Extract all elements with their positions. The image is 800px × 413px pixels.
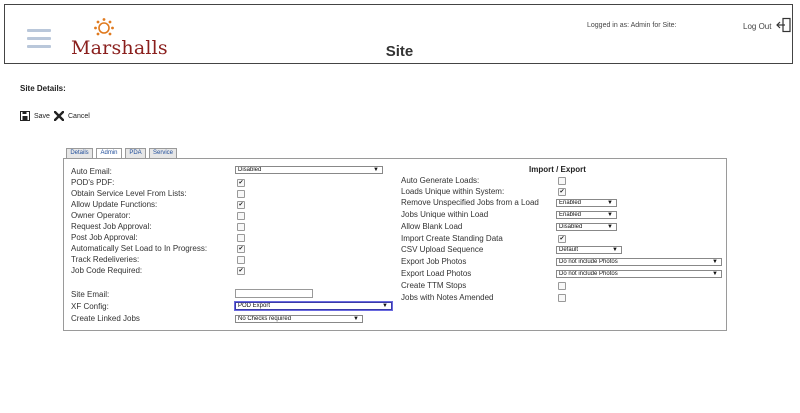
save-button[interactable]: Save <box>20 111 50 121</box>
jobs-notes-amended-checkbox[interactable] <box>558 294 566 302</box>
create-ttm-stops-label: Create TTM Stops <box>401 281 467 290</box>
remove-unspecified-label: Remove Unspecified Jobs from a Load <box>401 198 539 207</box>
allow-update-label: Allow Update Functions: <box>71 200 158 209</box>
export-load-photos-select[interactable]: Do not include Photos ▼ <box>556 270 722 278</box>
xf-config-select[interactable]: POD Export ▼ <box>235 302 392 310</box>
import-standing-label: Import Create Standing Data <box>401 234 503 243</box>
chevron-down-icon: ▼ <box>382 303 388 309</box>
track-redeliveries-label: Track Redeliveries: <box>71 255 140 264</box>
auto-set-load-checkbox[interactable]: ✔ <box>237 245 245 253</box>
xf-config-value: POD Export <box>238 303 271 309</box>
export-job-photos-select[interactable]: Do not include Photos ▼ <box>556 258 722 266</box>
create-ttm-stops-checkbox[interactable] <box>558 282 566 290</box>
allow-update-checkbox[interactable]: ✔ <box>237 201 245 209</box>
auto-generate-loads-label: Auto Generate Loads: <box>401 176 480 185</box>
track-redeliveries-checkbox[interactable] <box>237 256 245 264</box>
jobs-unique-select[interactable]: Enabled ▼ <box>556 211 617 219</box>
logout-door-icon[interactable] <box>776 17 792 33</box>
remove-unspecified-value: Enabled <box>559 200 582 206</box>
jobs-unique-label: Jobs Unique within Load <box>401 210 489 219</box>
create-linked-jobs-label: Create Linked Jobs <box>71 314 140 323</box>
pods-pdf-checkbox[interactable]: ✔ <box>237 179 245 187</box>
chevron-down-icon: ▼ <box>373 167 379 173</box>
remove-unspecified-select[interactable]: Enabled ▼ <box>556 199 617 207</box>
post-job-checkbox[interactable] <box>237 234 245 242</box>
tab-details[interactable]: Details <box>66 148 93 158</box>
chevron-down-icon: ▼ <box>607 212 613 218</box>
section-heading: Site Details: <box>20 84 66 93</box>
export-load-photos-label: Export Load Photos <box>401 269 472 278</box>
owner-operator-label: Owner Operator: <box>71 211 131 220</box>
site-email-field[interactable] <box>235 289 313 298</box>
logged-in-text: Logged in as: Admin for Site: <box>587 22 677 29</box>
allow-blank-load-label: Allow Blank Load <box>401 222 463 231</box>
allow-blank-load-select[interactable]: Disabled ▼ <box>556 223 617 231</box>
chevron-down-icon: ▼ <box>607 200 613 206</box>
cancel-x-icon <box>54 111 64 121</box>
jobs-notes-amended-label: Jobs with Notes Amended <box>401 293 494 302</box>
import-standing-checkbox[interactable]: ✔ <box>558 235 566 243</box>
cancel-button[interactable]: Cancel <box>54 111 90 121</box>
chevron-down-icon: ▼ <box>353 316 359 322</box>
pods-pdf-label: POD's PDF: <box>71 178 115 187</box>
create-linked-jobs-value: No Checks required <box>238 316 292 322</box>
export-job-photos-value: Do not include Photos <box>559 259 618 265</box>
chevron-down-icon: ▼ <box>607 224 613 230</box>
auto-email-select[interactable]: Disabled ▼ <box>235 166 383 174</box>
job-code-required-label: Job Code Required: <box>71 266 143 275</box>
allow-blank-load-value: Disabled <box>559 224 583 230</box>
csv-upload-value: Default <box>559 247 579 253</box>
site-email-label: Site Email: <box>71 290 110 299</box>
auto-email-value: Disabled <box>238 167 262 173</box>
cancel-label: Cancel <box>68 112 90 120</box>
jobs-unique-value: Enabled <box>559 212 582 218</box>
chevron-down-icon: ▼ <box>612 247 618 253</box>
create-linked-jobs-select[interactable]: No Checks required ▼ <box>235 315 363 323</box>
export-load-photos-value: Do not include Photos <box>559 271 618 277</box>
logout-link[interactable]: Log Out <box>743 22 771 31</box>
tab-service[interactable]: Service <box>149 148 177 158</box>
obtain-service-checkbox[interactable] <box>237 190 245 198</box>
post-job-label: Post Job Approval: <box>71 233 138 242</box>
auto-email-label: Auto Email: <box>71 167 112 176</box>
export-job-photos-label: Export Job Photos <box>401 257 467 266</box>
app-header: Marshalls Logged in as: Admin for Site: … <box>4 4 793 64</box>
xf-config-label: XF Config: <box>71 302 109 311</box>
save-label: Save <box>34 112 50 120</box>
loads-unique-label: Loads Unique within System: <box>401 187 505 196</box>
save-icon <box>20 111 30 121</box>
obtain-service-label: Obtain Service Level From Lists: <box>71 189 187 198</box>
chevron-down-icon: ▼ <box>712 259 718 265</box>
auto-generate-loads-checkbox[interactable] <box>558 177 566 185</box>
request-job-checkbox[interactable] <box>237 223 245 231</box>
auto-set-load-label: Automatically Set Load to In Progress: <box>71 244 208 253</box>
chevron-down-icon: ▼ <box>712 271 718 277</box>
tab-pda[interactable]: PDA <box>125 148 146 158</box>
marshalls-sun-logo-icon <box>94 18 114 36</box>
loads-unique-checkbox[interactable]: ✔ <box>558 188 566 196</box>
job-code-required-checkbox[interactable]: ✔ <box>237 267 245 275</box>
csv-upload-select[interactable]: Default ▼ <box>556 246 622 254</box>
owner-operator-checkbox[interactable] <box>237 212 245 220</box>
page-title: Site <box>385 43 414 60</box>
import-export-heading: Import / Export <box>529 165 586 174</box>
csv-upload-label: CSV Upload Sequence <box>401 245 484 254</box>
request-job-label: Request Job Approval: <box>71 222 152 231</box>
